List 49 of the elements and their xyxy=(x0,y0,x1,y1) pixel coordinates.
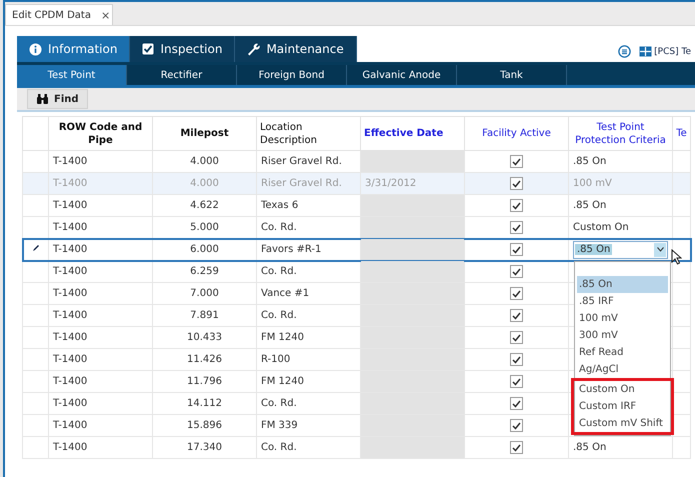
sub-tab[interactable]: Tank xyxy=(457,65,567,85)
checkbox[interactable] xyxy=(510,353,523,366)
dropdown-option[interactable]: Custom On xyxy=(577,381,668,398)
table-cell: .85 On xyxy=(573,442,606,453)
table-cell: 17.340 xyxy=(152,436,256,458)
checkbox-icon xyxy=(142,43,154,55)
main-tab[interactable]: Inspection xyxy=(130,36,236,62)
sub-tab[interactable]: Galvanic Anode xyxy=(347,65,457,85)
checkbox[interactable] xyxy=(510,287,523,300)
find-button[interactable]: Find xyxy=(27,89,88,109)
dropdown-option[interactable]: Ag/AgCl xyxy=(577,361,668,378)
table-cell: Co. Rd. xyxy=(256,436,360,458)
checkbox[interactable] xyxy=(510,419,523,432)
checkbox[interactable] xyxy=(510,265,523,278)
close-icon[interactable]: × xyxy=(100,8,110,22)
checkbox[interactable] xyxy=(510,199,523,212)
table-cell: .85 On xyxy=(573,156,606,167)
table-cell: T-1400 xyxy=(48,436,152,458)
document-tab[interactable]: Edit CPDM Data × xyxy=(5,4,113,25)
checkbox[interactable] xyxy=(510,331,523,344)
dropdown-option[interactable]: Ref Read xyxy=(577,344,668,361)
grid-icon xyxy=(639,46,652,57)
menu-icon[interactable] xyxy=(618,45,632,58)
checkbox[interactable] xyxy=(510,375,523,388)
checkbox[interactable] xyxy=(510,309,523,322)
dropdown-option[interactable]: .85 On xyxy=(577,276,668,293)
caret-icon[interactable] xyxy=(654,242,666,256)
document-tab-title: Edit CPDM Data xyxy=(12,10,91,20)
sub-tab[interactable]: Foreign Bond xyxy=(237,65,347,85)
layout-selector[interactable]: [PCS] Te xyxy=(639,46,691,57)
table-cell: Custom On xyxy=(573,222,629,233)
table-cell: 100 mV xyxy=(573,178,612,189)
binoculars-icon xyxy=(36,93,49,105)
checkbox[interactable] xyxy=(510,243,523,256)
table-cell: .85 On xyxy=(573,200,606,211)
wrench-icon xyxy=(247,42,260,56)
sub-tab[interactable]: Rectifier xyxy=(127,65,237,85)
main-tab[interactable]: Information xyxy=(17,36,130,62)
sub-tab[interactable]: Test Point xyxy=(17,65,127,85)
checkbox[interactable] xyxy=(510,177,523,190)
checkbox[interactable] xyxy=(510,397,523,410)
checkbox[interactable] xyxy=(510,441,523,454)
pencil-icon xyxy=(32,244,40,252)
checkbox[interactable] xyxy=(510,155,523,168)
main-tab[interactable]: Maintenance xyxy=(235,36,357,62)
checkbox[interactable] xyxy=(510,221,523,234)
dropdown-option[interactable]: .85 IRF xyxy=(577,293,668,310)
criteria-combo-box[interactable]: .85 On xyxy=(573,240,668,258)
info-icon xyxy=(29,42,42,56)
